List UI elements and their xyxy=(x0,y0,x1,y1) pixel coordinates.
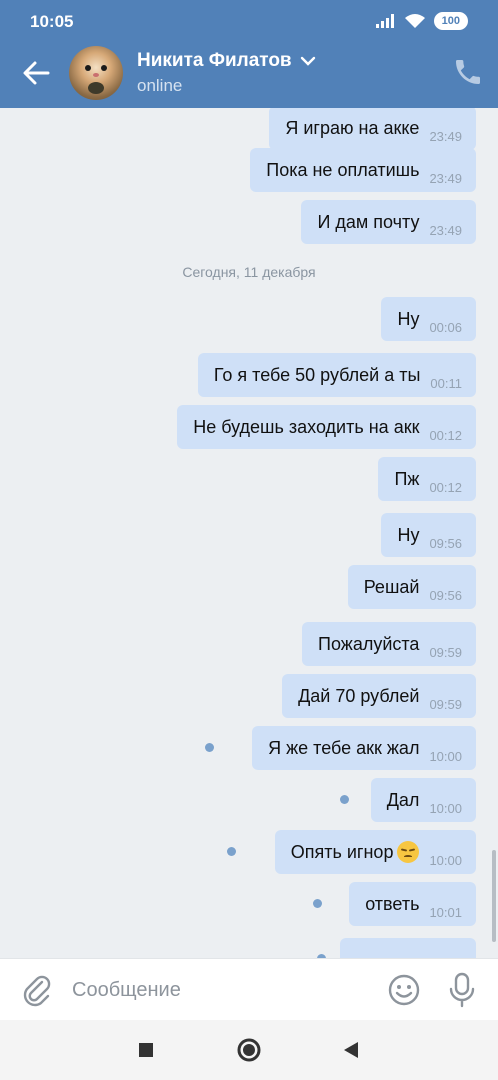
message-text: ответь xyxy=(365,893,420,914)
date-separator: Сегодня, 11 декабря xyxy=(182,264,316,280)
message-text: Го я тебе 50 рублей а ты xyxy=(213,364,421,385)
unread-dot xyxy=(313,899,322,908)
wifi-icon xyxy=(404,14,425,28)
battery-indicator: 100 xyxy=(433,12,468,30)
message-time: 09:56 xyxy=(429,587,462,603)
message-bubble[interactable]: Пж 00:12 xyxy=(378,457,476,501)
message-text: Пж xyxy=(394,468,420,489)
status-icons: 100 xyxy=(375,12,468,30)
back-arrow-icon[interactable] xyxy=(18,56,54,90)
status-time: 10:05 xyxy=(30,12,74,31)
message-text: Не будешь заходить на акк xyxy=(193,416,420,437)
message-bubble[interactable]: Не будешь заходить на акк 00:12 xyxy=(177,405,476,449)
message-time: 23:49 xyxy=(429,222,462,238)
pensive-face-icon xyxy=(397,841,420,863)
message-list[interactable]: Я играю на акке 23:49 Пока не оплатишь 2… xyxy=(0,108,498,958)
avatar-paws xyxy=(88,82,104,94)
contact-status: online xyxy=(137,76,183,95)
phone-icon[interactable] xyxy=(452,56,484,88)
message-bubble[interactable]: Ну 00:06 xyxy=(381,297,476,341)
message-text: Опять игнор xyxy=(290,841,394,862)
scrollbar[interactable] xyxy=(492,850,496,942)
message-time: 09:59 xyxy=(429,696,462,712)
contact-name: Никита Филатов xyxy=(137,50,292,71)
message-bubble[interactable]: Дай 70 рублей 09:59 xyxy=(282,674,476,718)
message-text: Пока не оплатишь xyxy=(266,159,420,180)
message-input[interactable] xyxy=(72,971,372,1009)
message-bubble[interactable]: Пока не оплатишь 23:49 xyxy=(250,148,476,192)
chevron-down-icon xyxy=(300,56,316,66)
back-triangle-icon[interactable] xyxy=(337,1036,365,1064)
message-bubble[interactable]: Дал 10:00 xyxy=(370,778,476,822)
message-time: 23:49 xyxy=(429,170,462,186)
unread-dot xyxy=(340,795,349,804)
chat-header: 10:05 100 Никита Филатов online xyxy=(0,0,498,108)
message-text: Дал xyxy=(386,789,420,810)
avatar-nose xyxy=(93,73,99,77)
message-bubble[interactable]: И дам почту 23:49 xyxy=(301,200,476,244)
message-time: 10:01 xyxy=(429,904,462,920)
message-bubble[interactable]: Ну 09:56 xyxy=(381,513,476,557)
message-composer xyxy=(0,958,498,1020)
message-bubble[interactable]: Решай 09:56 xyxy=(347,565,476,609)
avatar[interactable] xyxy=(69,46,123,100)
message-time: 10:00 xyxy=(429,852,462,868)
home-circle-icon[interactable] xyxy=(235,1036,263,1064)
message-bubble[interactable]: Опять игнор 10:00 xyxy=(274,830,476,874)
message-time: 09:56 xyxy=(429,535,462,551)
system-nav-bar xyxy=(0,1020,498,1080)
message-time: 00:12 xyxy=(429,427,462,443)
avatar-eye xyxy=(101,65,107,71)
message-time: 10:00 xyxy=(429,800,462,816)
message-bubble[interactable]: ответь 10:01 xyxy=(349,882,476,926)
status-bar: 10:05 100 xyxy=(0,0,498,44)
signal-icon xyxy=(375,14,394,28)
message-time: 00:11 xyxy=(430,375,462,391)
message-bubble[interactable]: Я играю на акке 23:49 xyxy=(269,108,476,150)
message-bubble[interactable]: Я же тебе акк жал 10:00 xyxy=(252,726,476,770)
avatar-eye xyxy=(85,65,91,71)
message-time: 09:59 xyxy=(429,644,462,660)
message-time: 10:00 xyxy=(429,748,462,764)
unread-dot xyxy=(205,743,214,752)
message-bubble[interactable]: Го я тебе 50 рублей а ты 00:11 xyxy=(197,353,476,397)
smile-icon[interactable] xyxy=(387,973,421,1007)
message-text: Пожалуйста xyxy=(318,633,420,654)
unread-dot xyxy=(227,847,236,856)
message-text: Ну xyxy=(397,308,420,329)
message-text: Я же тебе акк жал xyxy=(268,737,420,758)
paperclip-icon[interactable] xyxy=(22,973,52,1007)
message-time: 00:06 xyxy=(429,319,462,335)
contact-info[interactable]: Никита Филатов online xyxy=(137,50,316,96)
message-text: И дам почту xyxy=(317,211,420,232)
message-bubble[interactable]: Д xyxy=(340,938,476,958)
message-time: 00:12 xyxy=(429,479,462,495)
microphone-icon[interactable] xyxy=(447,971,477,1009)
message-bubble[interactable]: Пожалуйста 09:59 xyxy=(302,622,476,666)
message-text: Решай xyxy=(363,576,420,597)
message-time: 23:49 xyxy=(429,128,462,144)
message-text: Я играю на акке xyxy=(285,117,420,138)
message-text: Дай 70 рублей xyxy=(298,685,420,706)
message-text: Ну xyxy=(397,524,420,545)
recents-square-icon[interactable] xyxy=(132,1036,160,1064)
